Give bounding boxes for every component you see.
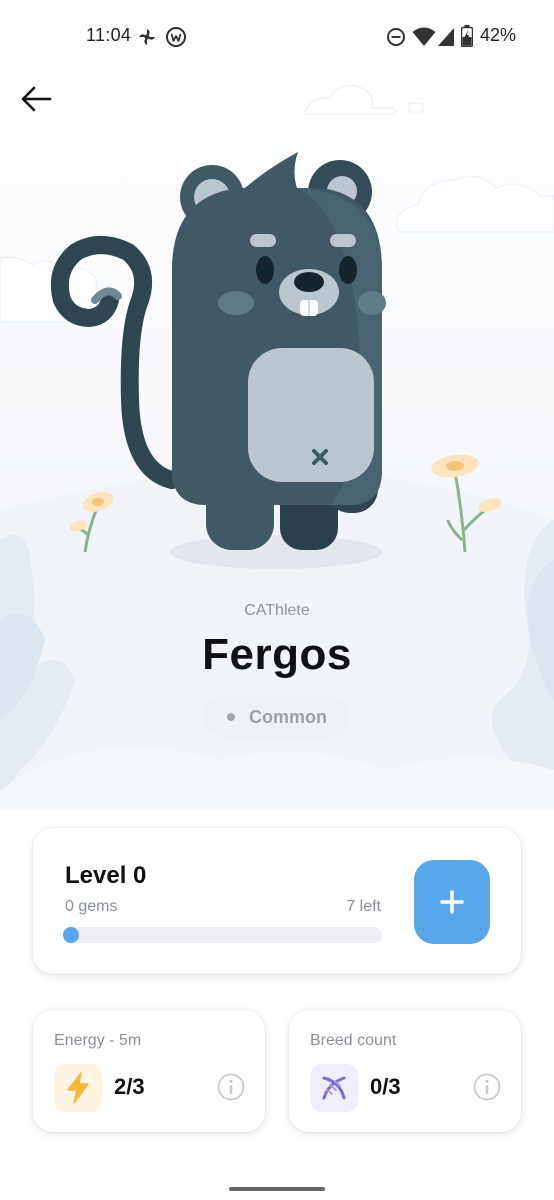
wifi-icon (412, 27, 436, 46)
character-type: CAThlete (244, 602, 310, 619)
level-progress-fill (63, 927, 79, 943)
fan-icon (139, 29, 155, 45)
rarity-label: Common (249, 706, 327, 727)
add-gems-button[interactable] (414, 860, 490, 944)
energy-value: 2/3 (114, 1074, 145, 1099)
character-scene (0, 0, 554, 810)
level-progress-bar (63, 927, 382, 943)
dna-icon-tile (310, 1064, 358, 1112)
breed-value: 0/3 (370, 1074, 401, 1099)
battery-percentage: 42% (479, 25, 516, 45)
app-w-icon (166, 27, 186, 47)
info-icon[interactable] (473, 1073, 501, 1101)
arrow-left-icon (21, 86, 52, 112)
gems-remaining: 7 left (346, 898, 381, 915)
rarity-badge: Common (204, 696, 350, 738)
lightning-icon (67, 1072, 89, 1104)
do-not-disturb-icon (387, 28, 405, 46)
level-card: Level 0 0 gems 7 left (33, 828, 521, 974)
breed-count-card: Breed count 0/3 (289, 1010, 521, 1132)
back-button[interactable] (14, 78, 60, 124)
energy-card: Energy - 5m 2/3 (33, 1010, 265, 1132)
breed-title: Breed count (310, 1032, 397, 1049)
level-title: Level 0 (65, 862, 147, 889)
home-indicator[interactable] (229, 1187, 325, 1191)
character-name: Fergos (202, 630, 352, 679)
energy-title: Energy - 5m (54, 1032, 142, 1049)
status-bar: 11:04 42% (0, 0, 554, 72)
app-screen: 11:04 42% CAThlete Fergos Common Level 0… (0, 0, 554, 1200)
status-time: 11:04 (86, 25, 132, 45)
energy-icon-tile (54, 1064, 102, 1112)
plus-icon (440, 890, 464, 914)
battery-charging-icon (461, 25, 473, 47)
gems-count: 0 gems (65, 898, 118, 915)
rarity-dot (227, 713, 235, 721)
cellular-icon (438, 28, 454, 46)
info-icon[interactable] (217, 1073, 245, 1101)
dna-icon (322, 1076, 346, 1100)
